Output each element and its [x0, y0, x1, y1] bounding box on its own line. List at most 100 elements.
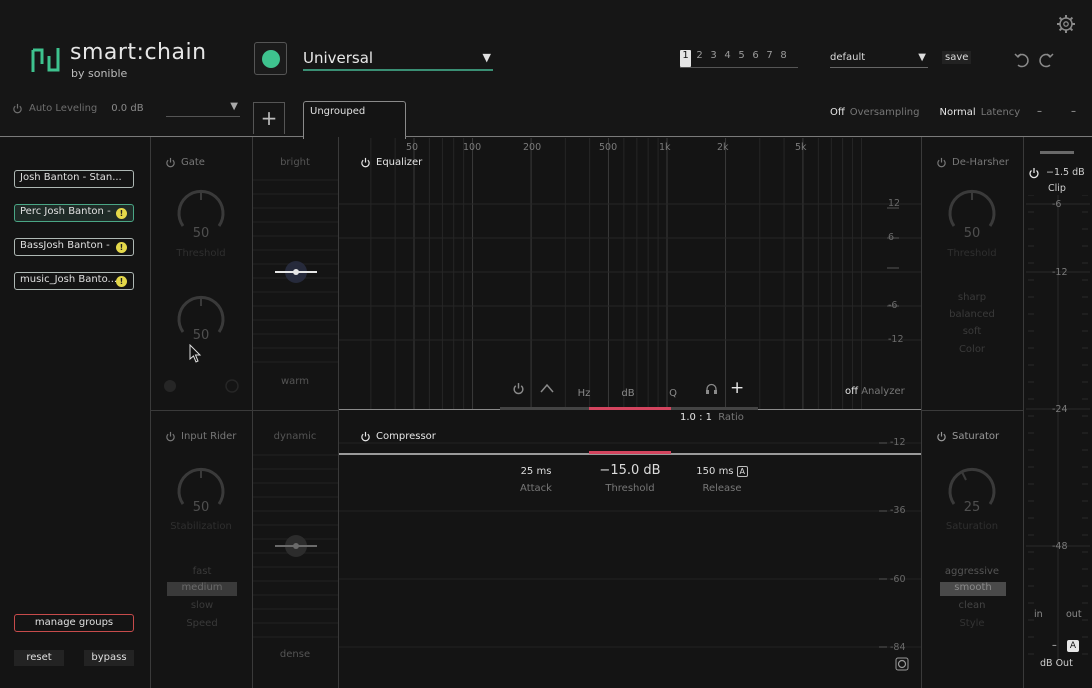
preset-slot-3[interactable]: 3 — [708, 50, 719, 67]
gate-side-icon[interactable] — [224, 378, 240, 394]
rider-option-slow[interactable]: slow — [167, 600, 237, 611]
preset-slot-7[interactable]: 7 — [764, 50, 775, 67]
add-band-button[interactable]: + — [730, 378, 744, 398]
input-rider-toggle[interactable]: Input Rider — [165, 431, 236, 442]
meter-peak-bar — [1040, 151, 1074, 154]
divider — [921, 410, 1023, 411]
bypass-button[interactable]: bypass — [84, 650, 134, 666]
caret-down-icon: ▼ — [230, 101, 238, 112]
power-icon — [166, 431, 175, 442]
rider-option-medium[interactable]: medium — [167, 582, 237, 596]
deharsher-toggle[interactable]: De-Harsher — [936, 157, 1009, 168]
warning-icon: ! — [116, 276, 127, 287]
threshold-value[interactable]: −15.0 dB — [585, 463, 675, 478]
tab-ungrouped[interactable]: Ungrouped — [303, 101, 406, 139]
ratio-value: 1.0 : 1 — [680, 412, 712, 423]
preset-slot-8[interactable]: 8 — [778, 50, 789, 67]
oversampling-latency: Off Oversampling Normal Latency — [830, 107, 1020, 118]
meter-in-label[interactable]: in — [1034, 609, 1043, 620]
release-value: 150 ms — [696, 466, 734, 477]
preset-slot-1[interactable]: 1 — [680, 50, 691, 67]
default-label: default — [830, 52, 866, 63]
save-button[interactable]: save — [942, 51, 972, 64]
headphones-icon[interactable] — [705, 383, 718, 395]
group-item[interactable]: music_Josh Banto...! — [14, 272, 134, 290]
group-item[interactable]: Perc Josh Banton -! — [14, 204, 134, 222]
eq-band-power-icon[interactable] — [512, 382, 525, 395]
dash-button[interactable]: – — [1037, 106, 1042, 117]
deharsher-value: 50 — [963, 226, 981, 241]
tone-slider-handle[interactable] — [272, 258, 320, 286]
preset-select[interactable]: Universal ▼ — [303, 49, 493, 71]
input-rider-value: 50 — [192, 500, 210, 515]
threshold-label: Threshold — [605, 483, 655, 494]
eq-band-range[interactable] — [589, 407, 671, 410]
clip-value[interactable]: −1.5 dB — [1046, 167, 1085, 178]
auto-release-icon[interactable]: A — [736, 466, 748, 477]
output-meter — [1026, 195, 1090, 665]
saturator-label: Saturation — [945, 521, 999, 532]
manage-groups-button[interactable]: manage groups — [14, 614, 134, 632]
preset-slot-4[interactable]: 4 — [722, 50, 733, 67]
preset-slot-2[interactable]: 2 — [694, 50, 705, 67]
latency-label: Latency — [980, 107, 1021, 118]
ratio-control[interactable]: 1.0 : 1 Ratio — [680, 412, 744, 423]
dash-button[interactable]: – — [1071, 106, 1076, 117]
link-icon[interactable] — [895, 657, 909, 671]
deharsher-option-sharp[interactable]: sharp — [937, 292, 1007, 303]
auto-leveling-select[interactable]: ▼ — [166, 101, 240, 117]
meter-dash[interactable]: – — [1052, 640, 1057, 651]
gear-icon[interactable] — [1056, 14, 1076, 34]
rider-option-fast[interactable]: fast — [167, 566, 237, 577]
group-item-label: Josh Banton - Stan... — [20, 172, 122, 183]
meter-out-label[interactable]: out — [1066, 609, 1082, 620]
eq-db-label: -6 — [888, 300, 898, 311]
preset-slot-6[interactable]: 6 — [750, 50, 761, 67]
latency-state[interactable]: Normal — [940, 107, 976, 118]
eq-db-label[interactable]: dB — [618, 388, 638, 399]
equalizer-toggle[interactable]: Equalizer — [360, 157, 422, 168]
gate-threshold-label: Threshold — [176, 248, 226, 259]
group-item-label: BassJosh Banton - — [20, 240, 110, 251]
saturator-option-clean[interactable]: clean — [937, 600, 1007, 611]
analyzer-state: off — [845, 386, 859, 397]
redo-icon[interactable] — [1036, 50, 1056, 70]
reset-button[interactable]: reset — [14, 650, 64, 666]
compressor-toggle[interactable]: Compressor — [360, 431, 436, 442]
comp-db-label: -12 — [890, 437, 906, 448]
default-preset-select[interactable]: default ▼ — [830, 52, 928, 68]
group-item[interactable]: Josh Banton - Stan... — [14, 170, 134, 188]
analyzer-toggle[interactable]: off Analyzer — [845, 386, 905, 397]
equalizer-grid[interactable] — [339, 138, 921, 410]
saturator-toggle[interactable]: Saturator — [936, 431, 999, 442]
dynamic-slider-handle[interactable] — [272, 532, 320, 560]
auto-leveling-toggle[interactable]: Auto Leveling 0.0 dB — [12, 103, 144, 114]
eq-band-shape-icon[interactable] — [540, 383, 554, 393]
threshold-indicator — [589, 451, 671, 454]
gate-mode-icon[interactable] — [162, 378, 178, 394]
release-control[interactable]: 150 ms A — [694, 466, 750, 477]
caret-down-icon: ▼ — [918, 52, 926, 63]
attack-value[interactable]: 25 ms — [506, 466, 566, 477]
analyzer-label: Analyzer — [861, 386, 905, 397]
eq-db-label: -12 — [888, 334, 904, 345]
eq-q-label[interactable]: Q — [663, 388, 683, 399]
deharsher-option-soft[interactable]: soft — [937, 326, 1007, 337]
eq-hz-label[interactable]: Hz — [574, 388, 594, 399]
warning-icon: ! — [116, 242, 127, 253]
saturator-option-aggressive[interactable]: aggressive — [937, 566, 1007, 577]
auto-gain-icon[interactable]: A — [1067, 640, 1079, 652]
deharsher-label: Threshold — [947, 248, 997, 259]
deharsher-option-balanced[interactable]: balanced — [937, 309, 1007, 320]
add-tab-button[interactable]: + — [253, 102, 285, 134]
clip-power-icon[interactable] — [1028, 167, 1040, 179]
gate-toggle[interactable]: Gate — [165, 157, 205, 168]
oversampling-state[interactable]: Off — [830, 107, 845, 118]
logo-icon — [31, 48, 60, 72]
preset-activate-button[interactable] — [254, 42, 287, 75]
preset-slot-5[interactable]: 5 — [736, 50, 747, 67]
saturator-option-smooth[interactable]: smooth — [940, 582, 1006, 596]
undo-icon[interactable] — [1012, 50, 1032, 70]
group-item[interactable]: BassJosh Banton -! — [14, 238, 134, 256]
logo-subtitle: by sonible — [71, 67, 128, 80]
